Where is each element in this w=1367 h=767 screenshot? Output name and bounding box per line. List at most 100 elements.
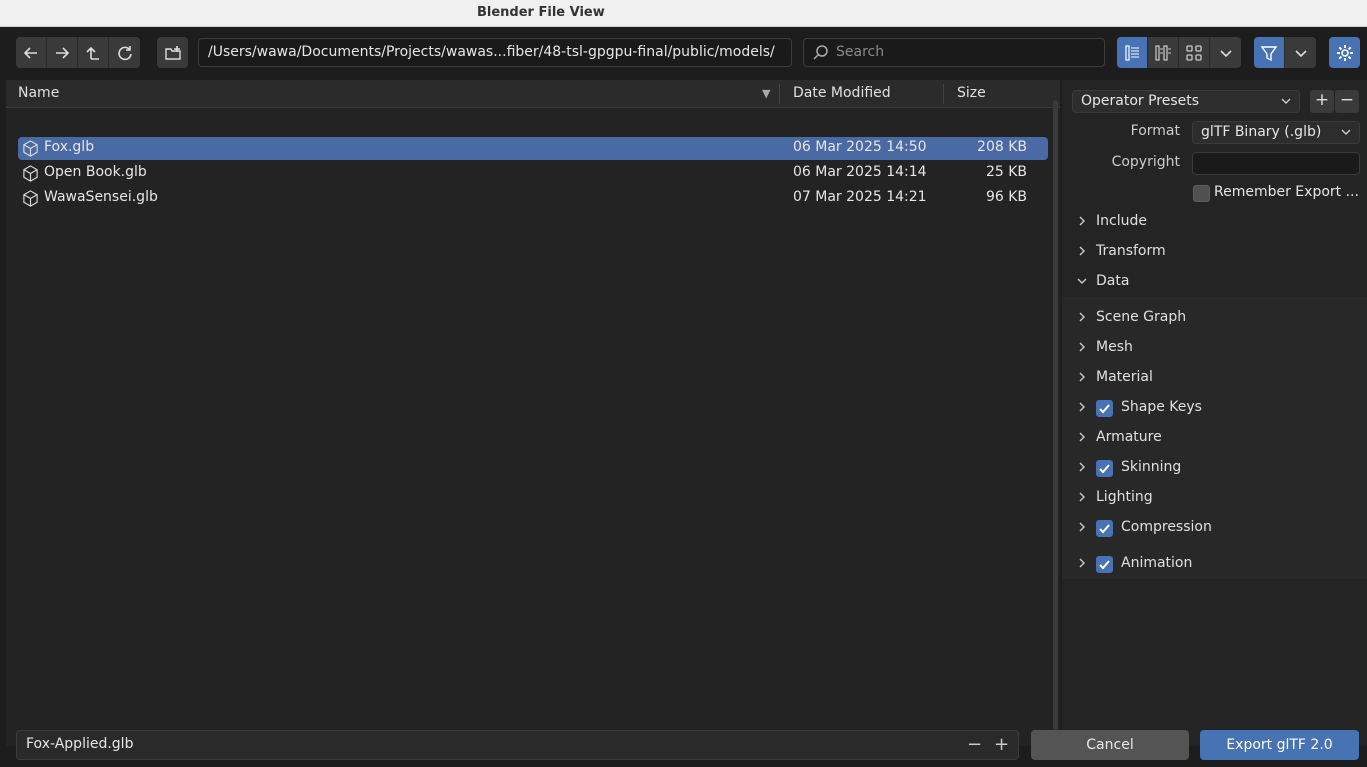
column-header-date[interactable]: Date Modified	[793, 85, 891, 101]
file-name: WawaSensei.glb	[44, 189, 158, 205]
column-divider[interactable]	[943, 84, 944, 104]
mesh-file-icon	[23, 165, 38, 182]
cancel-button[interactable]: Cancel	[1031, 730, 1189, 760]
section-armature-label: Armature	[1096, 429, 1162, 445]
forward-button[interactable]	[47, 37, 78, 68]
filter-icon	[1260, 45, 1278, 61]
section-scene-graph[interactable]: Scene Graph	[1062, 303, 1367, 333]
file-row[interactable]: WawaSensei.glb 07 Mar 2025 14:21 96 KB	[18, 187, 1048, 210]
nav-button-group	[16, 37, 140, 68]
section-shape-keys-label: Shape Keys	[1121, 399, 1202, 415]
list-horizontal-icon	[1155, 44, 1171, 61]
export-options-panel: Operator Presets + − Format glTF Binary …	[1062, 80, 1367, 746]
section-skinning[interactable]: Skinning	[1062, 453, 1367, 483]
file-row[interactable]: Fox.glb 06 Mar 2025 14:50 208 KB	[18, 137, 1048, 160]
settings-button[interactable]	[1329, 37, 1360, 68]
vertical-list-button[interactable]	[1117, 37, 1148, 68]
skinning-checkbox[interactable]	[1096, 460, 1113, 477]
column-divider[interactable]	[779, 84, 780, 104]
thumbnails-button[interactable]	[1179, 37, 1210, 68]
chevron-down-icon	[1219, 49, 1232, 57]
search-input[interactable]: Search	[803, 38, 1105, 67]
section-animation[interactable]: Animation	[1062, 549, 1367, 579]
file-list-scrollbar[interactable]	[1053, 100, 1058, 730]
chevron-right-icon	[1079, 558, 1085, 568]
back-button[interactable]	[16, 37, 47, 68]
sort-descending-icon: ▼	[762, 87, 771, 100]
file-name: Open Book.glb	[44, 164, 147, 180]
decrement-filename-button[interactable]: −	[967, 734, 982, 755]
arrow-up-icon	[86, 46, 99, 60]
increment-filename-button[interactable]: +	[994, 734, 1009, 755]
horizontal-list-button[interactable]	[1148, 37, 1179, 68]
minus-icon: −	[1339, 90, 1355, 110]
add-preset-button[interactable]: +	[1310, 90, 1334, 113]
section-include[interactable]: Include	[1062, 207, 1367, 237]
section-transform[interactable]: Transform	[1062, 237, 1367, 267]
checkmark-icon	[1099, 464, 1110, 474]
display-mode-group	[1117, 37, 1241, 68]
new-folder-group	[157, 37, 188, 68]
section-transform-label: Transform	[1096, 243, 1166, 259]
chevron-down-icon	[1077, 278, 1087, 284]
arrow-right-icon	[56, 46, 70, 59]
column-header-size[interactable]: Size	[957, 85, 986, 101]
animation-checkbox[interactable]	[1096, 556, 1113, 573]
section-skinning-label: Skinning	[1121, 459, 1182, 475]
section-scene-graph-label: Scene Graph	[1096, 309, 1187, 325]
display-options-dropdown[interactable]	[1210, 37, 1241, 68]
file-list: Name ▼ Date Modified Size Fox.glb 06 Mar…	[6, 80, 1060, 746]
section-lighting[interactable]: Lighting	[1062, 483, 1367, 513]
copyright-input[interactable]	[1192, 152, 1360, 175]
filename-value: Fox-Applied.glb	[26, 736, 134, 752]
section-mesh[interactable]: Mesh	[1062, 333, 1367, 363]
filter-toggle-button[interactable]	[1254, 37, 1285, 68]
section-mesh-label: Mesh	[1096, 339, 1133, 355]
filter-group	[1254, 37, 1316, 68]
file-list-header: Name ▼ Date Modified Size	[6, 80, 1060, 108]
compression-checkbox[interactable]	[1096, 520, 1113, 537]
chevron-down-icon	[1341, 129, 1351, 135]
remove-preset-button[interactable]: −	[1335, 90, 1359, 113]
operator-presets-dropdown[interactable]: Operator Presets	[1072, 90, 1300, 113]
checkmark-icon	[1099, 524, 1110, 534]
filter-options-dropdown[interactable]	[1285, 37, 1316, 68]
refresh-button[interactable]	[109, 37, 140, 68]
file-browser-window: /Users/wawa/Documents/Projects/wawas...f…	[0, 27, 1367, 767]
new-folder-button[interactable]	[157, 37, 188, 68]
column-header-name[interactable]: Name	[18, 85, 59, 101]
section-armature[interactable]: Armature	[1062, 423, 1367, 453]
section-lighting-label: Lighting	[1096, 489, 1153, 505]
file-date: 07 Mar 2025 14:21	[793, 189, 927, 205]
chevron-right-icon	[1079, 462, 1085, 472]
chevron-down-icon	[1281, 98, 1291, 104]
chevron-right-icon	[1079, 432, 1085, 442]
gear-icon	[1336, 44, 1353, 61]
checkmark-icon	[1099, 404, 1110, 414]
remember-export-checkbox[interactable]	[1193, 185, 1210, 202]
filename-input[interactable]: Fox-Applied.glb − +	[16, 730, 1019, 760]
mesh-file-icon	[23, 140, 38, 157]
export-button[interactable]: Export glTF 2.0	[1200, 730, 1359, 760]
section-shape-keys[interactable]: Shape Keys	[1062, 393, 1367, 423]
shape-keys-checkbox[interactable]	[1096, 400, 1113, 417]
parent-directory-button[interactable]	[78, 37, 109, 68]
file-date: 06 Mar 2025 14:14	[793, 164, 927, 180]
section-material[interactable]: Material	[1062, 363, 1367, 393]
section-compression[interactable]: Compression	[1062, 513, 1367, 543]
file-size: 96 KB	[985, 189, 1027, 205]
file-row[interactable]: Open Book.glb 06 Mar 2025 14:14 25 KB	[18, 162, 1048, 185]
file-size: 208 KB	[977, 139, 1027, 155]
chevron-right-icon	[1079, 402, 1085, 412]
directory-path-input[interactable]: /Users/wawa/Documents/Projects/wawas...f…	[198, 38, 792, 67]
copyright-label: Copyright	[1111, 154, 1180, 170]
chevron-right-icon	[1079, 492, 1085, 502]
list-vertical-icon	[1125, 44, 1139, 61]
chevron-right-icon	[1079, 522, 1085, 532]
format-dropdown[interactable]: glTF Binary (.glb)	[1192, 121, 1360, 144]
section-data-label: Data	[1096, 273, 1130, 289]
operator-presets-label: Operator Presets	[1081, 93, 1200, 109]
mesh-file-icon	[23, 190, 38, 207]
section-data[interactable]: Data	[1062, 267, 1367, 297]
file-name: Fox.glb	[44, 139, 95, 155]
